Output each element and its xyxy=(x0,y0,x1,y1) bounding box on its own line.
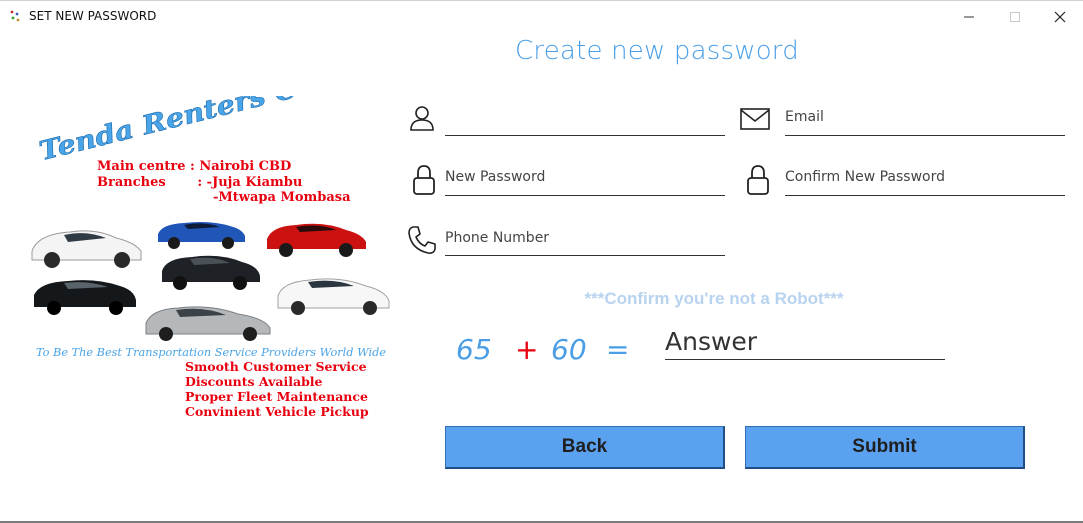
phone-icon xyxy=(408,226,436,254)
banner-branches-2: -Mtwapa Mombasa xyxy=(213,190,351,205)
banner-company-name: Tenda Renters CO.LTD xyxy=(36,96,395,167)
email-field[interactable]: Email xyxy=(740,104,1066,136)
banner-slogan: To Be The Best Transportation Service Pr… xyxy=(36,346,386,359)
captcha-answer-input[interactable]: Answer xyxy=(665,327,945,360)
lock-icon xyxy=(413,165,435,195)
maximize-button[interactable] xyxy=(992,1,1038,32)
captcha-equals: = xyxy=(606,333,630,366)
banner-main-centre: Main centre : Nairobi CBD xyxy=(97,159,291,174)
answer-placeholder: Answer xyxy=(665,327,758,356)
submit-button[interactable]: Submit xyxy=(745,426,1025,469)
app-icon xyxy=(10,10,20,22)
company-banner: Tenda Renters CO.LTD Main centre : Nairo… xyxy=(31,96,396,419)
banner-feature-3: Proper Fleet Maintenance xyxy=(185,389,368,404)
lock-icon xyxy=(747,165,769,195)
mail-icon xyxy=(740,108,770,130)
banner-feature-2: Discounts Available xyxy=(185,374,323,389)
close-icon xyxy=(1054,11,1066,22)
car-white-1 xyxy=(31,230,142,268)
title-bar: SET NEW PASSWORD xyxy=(0,0,1083,31)
banner-feature-4: Convinient Vehicle Pickup xyxy=(185,404,369,419)
maximize-icon xyxy=(1010,11,1020,22)
new-password-field[interactable]: New Password xyxy=(412,163,726,196)
phone-field[interactable]: Phone Number xyxy=(407,225,726,256)
car-red xyxy=(267,223,366,257)
user-icon xyxy=(410,106,434,131)
back-button[interactable]: Back xyxy=(445,426,725,469)
car-blue xyxy=(158,222,245,249)
robot-check-prompt: ***Confirm you're not a Robot*** xyxy=(584,289,844,308)
new-password-label: New Password xyxy=(445,169,546,185)
username-field[interactable] xyxy=(408,104,726,136)
phone-label: Phone Number xyxy=(445,230,550,246)
confirm-password-label: Confirm New Password xyxy=(785,169,946,185)
captcha-operand-a: 65 xyxy=(456,333,492,366)
close-button[interactable] xyxy=(1037,1,1083,32)
car-dark-center xyxy=(162,255,260,290)
minimize-icon xyxy=(964,16,974,17)
banner-branches: Branches : -Juja Kiambu xyxy=(97,175,302,190)
email-label: Email xyxy=(785,109,824,125)
captcha-operand-b: 60 xyxy=(551,333,587,366)
confirm-password-field[interactable]: Confirm New Password xyxy=(746,163,1066,196)
page-title: Create new password xyxy=(515,36,799,66)
car-silver xyxy=(145,306,271,341)
window-title: SET NEW PASSWORD xyxy=(29,9,157,23)
minimize-button[interactable] xyxy=(946,1,992,32)
captcha-operator: + xyxy=(515,333,539,366)
banner-feature-1: Smooth Customer Service xyxy=(185,359,367,374)
